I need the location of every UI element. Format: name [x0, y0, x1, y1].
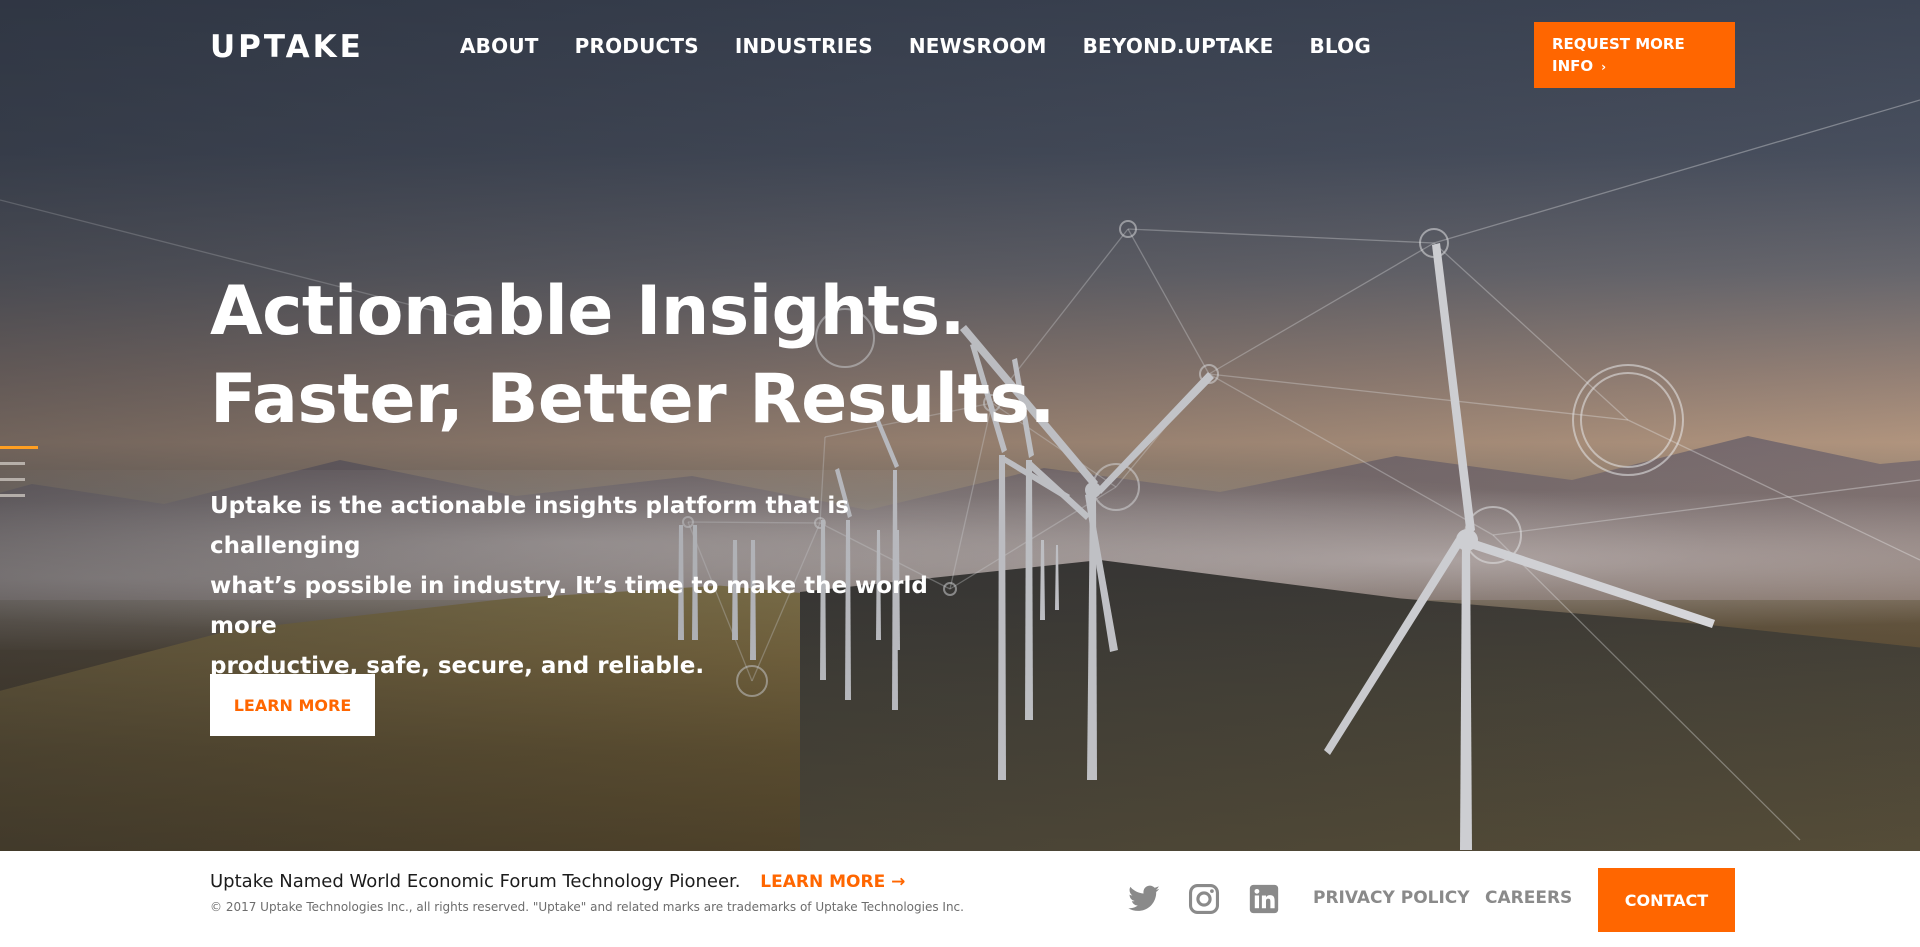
- nav-links: ABOUT PRODUCTS INDUSTRIES NEWSROOM BEYON…: [460, 34, 1407, 58]
- hero-headline-line2: Faster, Better Results.: [210, 360, 1055, 439]
- chevron-right-icon: ›: [1601, 60, 1607, 74]
- learn-more-button[interactable]: LEARN MORE: [210, 674, 375, 736]
- request-more-info-button[interactable]: REQUEST MORE INFO ›: [1534, 22, 1735, 88]
- contact-button[interactable]: CONTACT: [1598, 868, 1735, 932]
- hero-subtext-line2: what’s possible in industry. It’s time t…: [210, 573, 928, 639]
- linkedin-icon[interactable]: [1247, 882, 1281, 916]
- hero-headline: Actionable Insights. Faster, Better Resu…: [210, 268, 1055, 444]
- uptake-logo[interactable]: UPTAKE: [210, 30, 364, 64]
- slide-indicator-dot[interactable]: [0, 462, 25, 465]
- request-more-info-label-line2: INFO: [1552, 57, 1594, 75]
- slide-indicator-dot-active[interactable]: [0, 446, 38, 449]
- request-more-info-line2: INFO ›: [1552, 55, 1717, 78]
- top-nav: UPTAKE ABOUT PRODUCTS INDUSTRIES NEWSROO…: [0, 0, 1920, 96]
- nav-item-blog[interactable]: BLOG: [1309, 34, 1371, 58]
- slide-indicator: [0, 446, 38, 510]
- hero-headline-line1: Actionable Insights.: [210, 272, 965, 351]
- privacy-policy-link[interactable]: PRIVACY POLICY: [1313, 888, 1470, 908]
- instagram-icon[interactable]: [1187, 882, 1221, 916]
- news-learn-more-link[interactable]: LEARN MORE →: [760, 872, 905, 892]
- nav-item-about[interactable]: ABOUT: [460, 34, 539, 58]
- nav-item-products[interactable]: PRODUCTS: [575, 34, 699, 58]
- nav-item-industries[interactable]: INDUSTRIES: [735, 34, 873, 58]
- news-banner: Uptake Named World Economic Forum Techno…: [210, 871, 905, 892]
- slide-indicator-dot[interactable]: [0, 478, 25, 481]
- news-text: Uptake Named World Economic Forum Techno…: [210, 871, 741, 892]
- copyright-text: © 2017 Uptake Technologies Inc., all rig…: [210, 900, 964, 914]
- request-more-info-label-line1: REQUEST MORE: [1552, 35, 1685, 53]
- nav-item-newsroom[interactable]: NEWSROOM: [909, 34, 1047, 58]
- twitter-icon[interactable]: [1127, 882, 1161, 916]
- hero-subtext: Uptake is the actionable insights platfo…: [210, 486, 1000, 686]
- careers-link[interactable]: CAREERS: [1485, 888, 1572, 908]
- slide-indicator-dot[interactable]: [0, 494, 25, 497]
- nav-item-beyond-uptake[interactable]: BEYOND.UPTAKE: [1083, 34, 1274, 58]
- footer-bar: Uptake Named World Economic Forum Techno…: [0, 851, 1920, 947]
- hero-subtext-line1: Uptake is the actionable insights platfo…: [210, 493, 849, 559]
